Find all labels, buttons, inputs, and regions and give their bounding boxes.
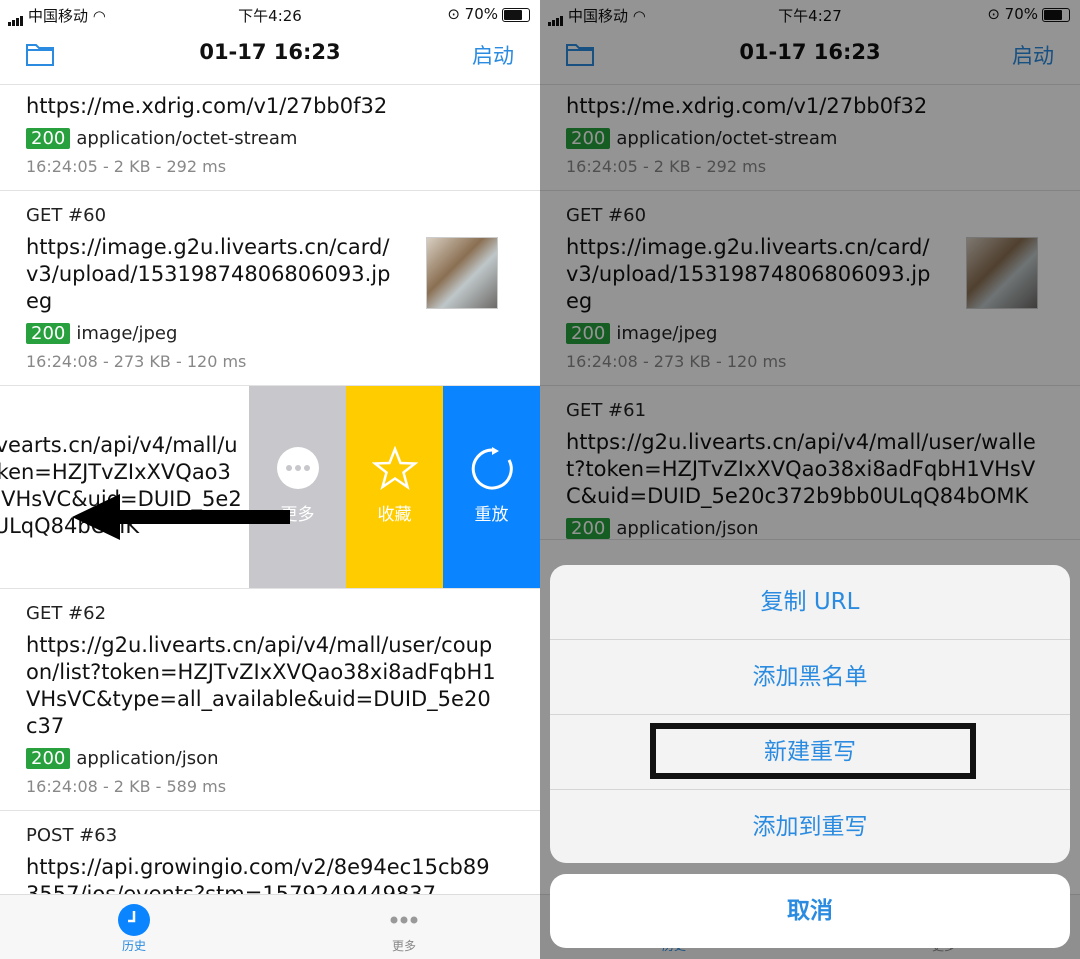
- request-meta: 16:24:08 - 2 KB - 589 ms: [26, 777, 227, 796]
- tab-history[interactable]: 历史: [94, 903, 174, 954]
- replay-action-button[interactable]: 重放: [443, 386, 540, 588]
- page-title: 01-17 16:23: [199, 40, 341, 64]
- image-thumbnail: [426, 237, 498, 309]
- favorite-action-button[interactable]: 收藏: [346, 386, 443, 588]
- tab-bar: 历史 更多: [0, 894, 540, 959]
- status-badge: 200: [26, 748, 71, 769]
- add-to-rewrite-option[interactable]: 添加到重写: [550, 790, 1070, 863]
- battery-icon: [502, 7, 530, 22]
- more-action-button[interactable]: 更多: [249, 386, 346, 588]
- request-row[interactable]: GET #62 https://g2u.livearts.cn/api/v4/m…: [0, 589, 540, 811]
- request-row[interactable]: GET #60 https://image.g2u.livearts.cn/ca…: [0, 191, 540, 386]
- replay-label: 重放: [474, 505, 509, 525]
- highlight-box: [650, 723, 976, 779]
- request-url: https://image.g2u.livearts.cn/card/v3/up…: [26, 235, 391, 313]
- star-icon: [346, 445, 443, 494]
- request-meta: 16:24:08 - 273 KB - 120 ms: [26, 352, 247, 371]
- add-blacklist-option[interactable]: 添加黑名单: [550, 640, 1070, 715]
- response-info: 200 application/octet-stream: [26, 128, 514, 149]
- request-url: https://me.xdrig.com/v1/27bb0f32: [26, 94, 388, 118]
- battery-status: ⊙ 70%: [447, 5, 530, 23]
- request-url: https://g2u.livearts.cn/api/v4/mall/user…: [26, 633, 496, 738]
- favorite-label: 收藏: [377, 505, 412, 525]
- tab-more[interactable]: 更多: [364, 903, 444, 954]
- request-row[interactable]: https://me.xdrig.com/v1/27bb0f32 200 appl…: [0, 85, 540, 191]
- copy-url-option[interactable]: 复制 URL: [550, 565, 1070, 640]
- tab-more-label: 更多: [391, 939, 416, 953]
- request-method: GET #62: [26, 603, 107, 624]
- request-meta: 16:24:05 - 2 KB - 292 ms: [26, 157, 227, 176]
- request-method: POST #63: [26, 825, 118, 846]
- response-info: 200 application/json: [26, 748, 514, 769]
- tab-history-label: 历史: [121, 939, 146, 953]
- content-type: application/json: [76, 748, 219, 769]
- replay-icon: [443, 446, 540, 494]
- request-method: GET #60: [26, 205, 107, 226]
- battery-percent: 70%: [464, 5, 498, 23]
- content-type: application/octet-stream: [76, 128, 298, 149]
- new-rewrite-option[interactable]: 新建重写: [550, 715, 1070, 790]
- response-info: 200 image/jpeg: [26, 323, 514, 344]
- cancel-button[interactable]: 取消: [550, 874, 1070, 948]
- clock-icon: [94, 903, 174, 937]
- swipe-arrow-icon: [72, 494, 292, 544]
- ellipsis-icon: [364, 903, 444, 937]
- status-bar: 中国移动 ◠ 下午4:26 ⊙ 70%: [0, 0, 540, 28]
- start-button[interactable]: 启动: [472, 40, 514, 70]
- left-screen: 中国移动 ◠ 下午4:26 ⊙ 70% 01-17 16:23 启动 https…: [0, 0, 540, 959]
- right-screen: 中国移动 ◠ 下午4:27 ⊙ 70% 01-17 16:23 启动 https…: [540, 0, 1080, 959]
- content-type: image/jpeg: [76, 323, 178, 344]
- lock-rotation-icon: ⊙: [447, 5, 465, 23]
- ellipsis-icon: [249, 446, 346, 494]
- status-badge: 200: [26, 128, 71, 149]
- swiped-request-row[interactable]: https://g2u.livearts.cn/api/v4/mall/user…: [0, 386, 540, 589]
- swipe-actions: 更多 收藏 重放: [249, 386, 540, 588]
- status-badge: 200: [26, 323, 71, 344]
- nav-bar: 01-17 16:23 启动: [0, 28, 540, 85]
- action-sheet: 复制 URL 添加黑名单 新建重写 添加到重写: [550, 565, 1070, 863]
